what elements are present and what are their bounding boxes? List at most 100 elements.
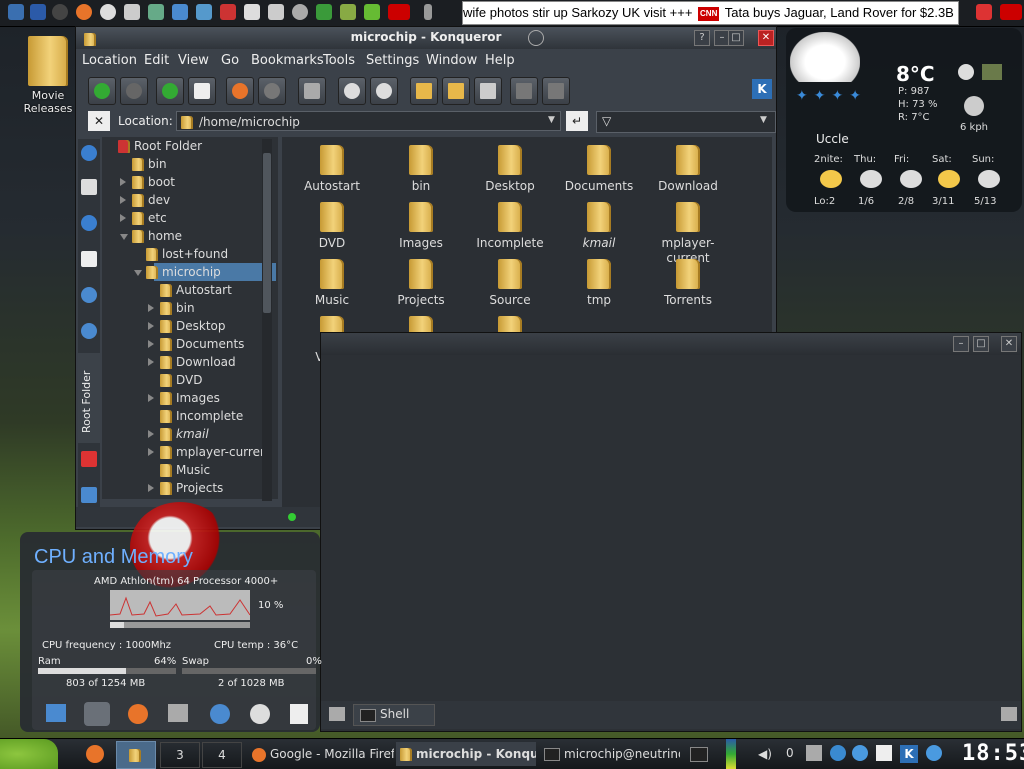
expand-arrow-icon[interactable] bbox=[148, 358, 154, 366]
paste-button[interactable] bbox=[542, 77, 570, 105]
tree-item[interactable]: Root Folder bbox=[102, 137, 262, 155]
menu-location[interactable]: Location bbox=[82, 53, 137, 68]
task-firefox[interactable]: Google - Mozilla Firefox bbox=[248, 742, 394, 766]
tree-item[interactable]: home bbox=[102, 227, 262, 245]
app-launcher-icon[interactable] bbox=[292, 4, 308, 20]
app-launcher-icon[interactable] bbox=[100, 4, 116, 20]
cnn-icon[interactable] bbox=[1000, 4, 1022, 20]
icon-view-button[interactable] bbox=[410, 77, 438, 105]
file-item[interactable]: Autostart bbox=[288, 145, 376, 194]
tree-item[interactable]: boot bbox=[102, 173, 262, 191]
file-item[interactable]: DVD bbox=[288, 202, 376, 251]
tree-item[interactable]: DVD bbox=[102, 371, 262, 389]
firefox-icon[interactable] bbox=[76, 4, 92, 20]
file-item[interactable]: Torrents bbox=[644, 259, 732, 308]
task-terminal[interactable]: microchip@neutrino:~ - bbox=[540, 742, 680, 766]
expand-arrow-icon[interactable] bbox=[148, 340, 154, 348]
tree-item[interactable]: Desktop bbox=[102, 317, 262, 335]
app-launcher-icon[interactable] bbox=[196, 4, 212, 20]
menu-edit[interactable]: Edit bbox=[144, 53, 169, 68]
settings-icon[interactable] bbox=[128, 704, 148, 724]
tree-item[interactable]: bin bbox=[102, 299, 262, 317]
tree-item[interactable]: Images bbox=[102, 389, 262, 407]
app-launcher-icon[interactable] bbox=[8, 4, 24, 20]
app-launcher-icon[interactable] bbox=[316, 4, 332, 20]
maximize-button[interactable]: □ bbox=[728, 30, 744, 46]
preview-button[interactable] bbox=[474, 77, 502, 105]
file-item[interactable]: kmail bbox=[555, 202, 643, 251]
expand-arrow-icon[interactable] bbox=[148, 430, 154, 438]
up-button[interactable] bbox=[156, 77, 184, 105]
expand-arrow-icon[interactable] bbox=[120, 178, 126, 186]
menu-settings[interactable]: Settings bbox=[366, 53, 419, 68]
scrollbar-thumb[interactable] bbox=[263, 153, 271, 313]
computer-icon[interactable] bbox=[46, 704, 66, 722]
menu-window[interactable]: Window bbox=[426, 53, 477, 68]
desktop-4-button[interactable]: 4 bbox=[202, 742, 242, 768]
tree-item[interactable]: etc bbox=[102, 209, 262, 227]
maximize-button[interactable]: □ bbox=[973, 336, 989, 352]
firefox-icon[interactable] bbox=[86, 745, 104, 763]
chevron-down-icon[interactable]: ▼ bbox=[548, 115, 555, 125]
home-tab-icon[interactable] bbox=[81, 251, 97, 267]
start-menu-button[interactable] bbox=[0, 739, 58, 769]
app-launcher-icon[interactable] bbox=[424, 4, 432, 20]
file-item[interactable]: Images bbox=[377, 202, 465, 251]
new-tab-icon[interactable] bbox=[329, 707, 345, 721]
tree-item[interactable]: Download bbox=[102, 353, 262, 371]
stop-button[interactable] bbox=[258, 77, 286, 105]
expand-arrow-icon[interactable] bbox=[148, 448, 154, 456]
tray-icon[interactable] bbox=[806, 745, 822, 761]
app-launcher-icon[interactable] bbox=[52, 4, 68, 20]
forward-button[interactable] bbox=[120, 77, 148, 105]
network-tab-icon[interactable] bbox=[81, 287, 97, 303]
app-launcher-icon[interactable] bbox=[30, 4, 46, 20]
close-tab-icon[interactable] bbox=[1001, 707, 1017, 721]
globe-icon[interactable] bbox=[958, 64, 974, 80]
copy-button[interactable] bbox=[510, 77, 538, 105]
news-ticker[interactable]: wife photos stir up Sarkozy UK visit +++… bbox=[462, 1, 959, 25]
minimize-button[interactable]: – bbox=[953, 336, 969, 352]
menu-bookmarks[interactable]: Bookmarks bbox=[251, 53, 324, 68]
tray-klipper-icon[interactable] bbox=[876, 745, 892, 761]
package-icon[interactable] bbox=[84, 702, 110, 726]
ticker-text-2[interactable]: Tata buys Jaguar, Land Rover for $2.3B +… bbox=[725, 5, 958, 20]
clock[interactable]: 18:53 bbox=[962, 740, 1024, 768]
file-item[interactable]: mplayer- current bbox=[644, 202, 732, 266]
tray-globe-icon[interactable] bbox=[830, 745, 846, 761]
app-launcher-icon[interactable] bbox=[244, 4, 260, 20]
network-icon[interactable] bbox=[210, 704, 230, 724]
tree-item[interactable]: mplayer-current bbox=[102, 443, 272, 461]
tab-shell[interactable]: Shell bbox=[353, 704, 435, 726]
close-button[interactable]: ✕ bbox=[1001, 336, 1017, 352]
app-launcher-icon[interactable] bbox=[172, 4, 188, 20]
title-bar[interactable]: – □ ✕ bbox=[321, 333, 1021, 355]
history-tab-icon[interactable] bbox=[81, 215, 97, 231]
zoom-in-button[interactable] bbox=[338, 77, 366, 105]
tray-icon[interactable] bbox=[926, 745, 942, 761]
app-launcher-icon[interactable] bbox=[268, 4, 284, 20]
file-item[interactable]: Documents bbox=[555, 145, 643, 194]
ticker-text-1[interactable]: wife photos stir up Sarkozy UK visit +++ bbox=[463, 5, 692, 20]
services-tab-icon[interactable] bbox=[81, 323, 97, 339]
app-launcher-icon[interactable] bbox=[148, 4, 164, 20]
app-launcher-icon[interactable] bbox=[340, 4, 356, 20]
tree-scrollbar[interactable] bbox=[262, 139, 272, 501]
print-button[interactable] bbox=[298, 77, 326, 105]
menu-view[interactable]: View bbox=[178, 53, 209, 68]
devices-tab-icon[interactable] bbox=[81, 179, 97, 195]
tree-item[interactable]: Music bbox=[102, 461, 262, 479]
app-launcher-icon[interactable] bbox=[220, 4, 236, 20]
file-item[interactable]: Source bbox=[466, 259, 554, 308]
file-item[interactable]: Music bbox=[288, 259, 376, 308]
menu-help[interactable]: Help bbox=[485, 53, 515, 68]
expand-arrow-icon[interactable] bbox=[148, 322, 154, 330]
calendar-icon[interactable] bbox=[290, 704, 308, 724]
terminal-tray-icon[interactable] bbox=[690, 747, 708, 762]
close-button[interactable]: ✕ bbox=[758, 30, 774, 46]
menu-tools[interactable]: Tools bbox=[323, 53, 355, 68]
chevron-down-icon[interactable]: ▼ bbox=[760, 115, 767, 125]
desktop-3-button[interactable]: 3 bbox=[160, 742, 200, 768]
title-bar[interactable]: microchip - Konqueror ? – □ ✕ bbox=[76, 27, 776, 49]
zoom-out-button[interactable] bbox=[370, 77, 398, 105]
